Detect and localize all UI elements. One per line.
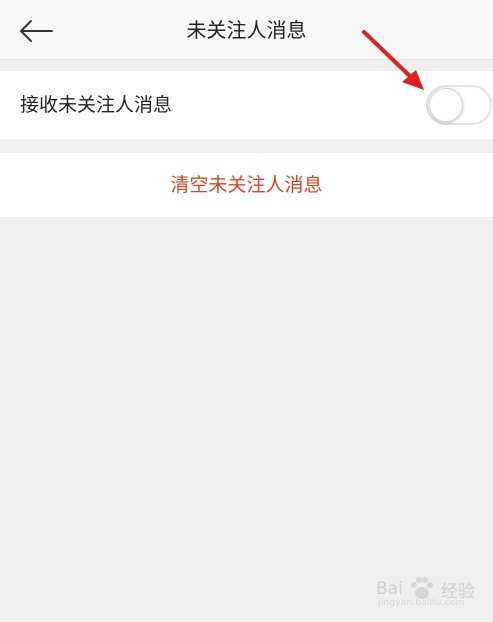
switch-knob [429,88,463,122]
watermark-brand: Bai [376,579,403,599]
page-title: 未关注人消息 [186,18,307,42]
receive-messages-row: 接收未关注人消息 [0,71,493,139]
receive-messages-switch[interactable] [426,85,492,125]
watermark-suffix: 经验 [440,581,475,602]
paw-icon [410,577,433,599]
receive-messages-label: 接收未关注人消息 [20,94,173,116]
watermark: Bai 经验 jingyan.baidu.com [376,568,486,610]
page: 未关注人消息 接收未关注人消息 清空未关注人消息 Bai 经验 jingyan.… [0,0,493,622]
clear-messages-button[interactable]: 清空未关注人消息 [0,153,493,217]
watermark-url: jingyan.baidu.com [378,598,465,608]
nav-header: 未关注人消息 [0,0,493,60]
